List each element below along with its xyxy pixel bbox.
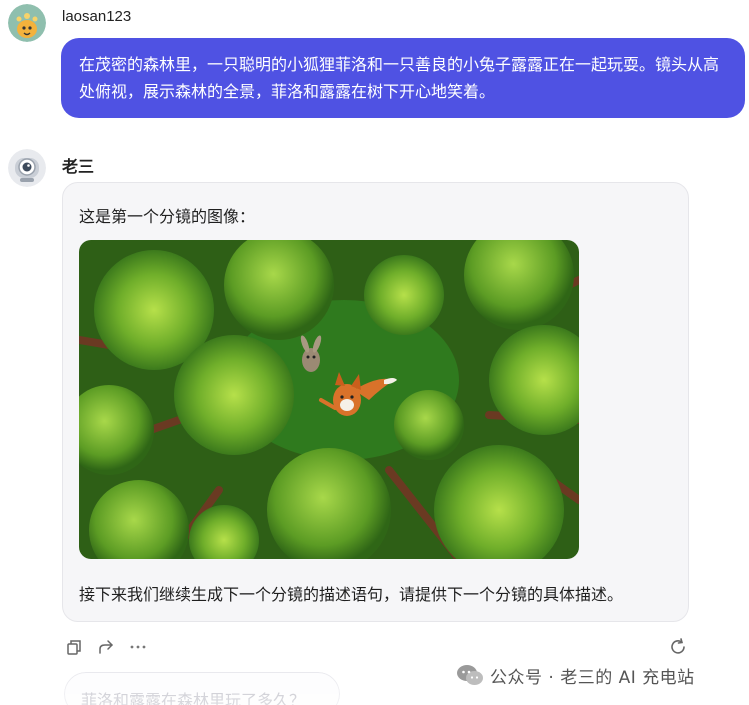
suggested-question-button[interactable]: 菲洛和露露在森林里玩了多久？ [64,672,340,705]
watermark: 公众号 · 老三的 AI 充电站 [456,662,695,688]
bot-intro-text: 这是第一个分镜的图像： [79,207,256,226]
bot-name: 老三 [62,157,95,176]
user-avatar[interactable] [8,4,46,42]
more-icon[interactable] [128,637,148,657]
refresh-icon[interactable] [668,637,688,657]
watermark-text: 公众号 · 老三的 AI 充电站 [490,667,695,688]
user-name: laosan123 [62,8,132,25]
user-message: 在茂密的森林里，一只聪明的小狐狸菲洛和一只善良的小兔子露露正在一起玩耍。镜头从高… [61,38,745,118]
bot-outro-text: 接下来我们继续生成下一个分镜的描述语句，请提供下一个分镜的具体描述。 [79,585,624,604]
generated-forest-image[interactable] [79,240,579,559]
share-icon[interactable] [96,637,116,657]
bot-message: 这是第一个分镜的图像： 接下来我们继续生成下一个分镜的描述语句，请提供下一个分镜… [62,182,689,622]
bot-avatar[interactable] [8,149,46,187]
wechat-icon [457,665,483,685]
copy-icon[interactable] [64,637,84,657]
